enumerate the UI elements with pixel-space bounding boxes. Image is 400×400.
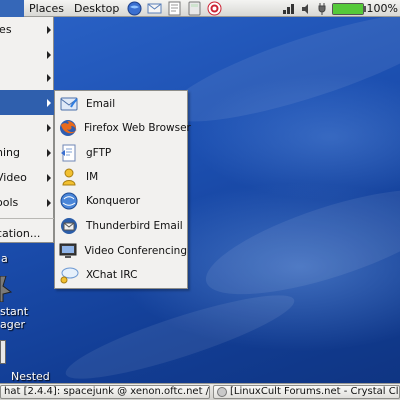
volume-icon[interactable]	[301, 3, 313, 15]
submenu-item-im[interactable]: IM	[55, 165, 187, 189]
assistant-icon[interactable]	[0, 275, 14, 303]
app-menu-item-programming[interactable]: ning	[0, 140, 54, 165]
submenu-arrow-icon	[47, 149, 51, 157]
submenu-arrow-icon	[47, 124, 51, 132]
network-icon[interactable]	[282, 3, 296, 15]
app-menu-item-sound-video[interactable]: Video	[0, 165, 54, 190]
submenu-item-label: XChat IRC	[86, 269, 138, 281]
app-menu-item-accessories[interactable]: ies	[0, 17, 54, 42]
text-editor-icon[interactable]	[165, 1, 183, 16]
top-panel: Places Desktop 100%	[0, 0, 400, 17]
submenu-arrow-icon	[47, 174, 51, 182]
submenu-arrow-icon	[47, 26, 51, 34]
app-menu-item-label: cation...	[0, 227, 41, 240]
gftp-icon	[58, 142, 80, 164]
applications-menu-button[interactable]	[0, 0, 24, 17]
thunderbird-icon	[58, 215, 80, 237]
submenu-item-email[interactable]: Email	[55, 92, 187, 116]
power-plug-icon[interactable]	[317, 2, 327, 15]
submenu-item-label: Email	[86, 98, 116, 110]
submenu-arrow-icon	[47, 99, 51, 107]
email-icon	[58, 93, 80, 115]
battery-fill	[332, 3, 363, 14]
applications-menu: ies ning Video ools cation...	[0, 17, 54, 243]
submenu-item-konqueror[interactable]: Konqueror	[55, 189, 187, 213]
app-menu-item-label: ies	[0, 23, 12, 36]
app-menu-item-3[interactable]	[0, 65, 54, 90]
app-menu-item-label: Video	[0, 171, 27, 184]
taskbar-button-xchat[interactable]: hat [2.4.4]: spacejunk @ xenon.oftc.net …	[0, 385, 210, 399]
taskbar-button-label: [LinuxCult Forums.net - Crystal Cle	[230, 386, 400, 397]
browser-icon[interactable]	[125, 1, 143, 16]
app-menu-item-run-application[interactable]: cation...	[0, 221, 54, 246]
window-icon	[217, 387, 227, 397]
submenu-item-label: Firefox Web Browser	[84, 122, 191, 134]
app-menu-item-internet[interactable]	[0, 90, 54, 115]
submenu-item-label: Video Conferencing	[84, 245, 187, 257]
submenu-item-video-conferencing[interactable]: Video Conferencing	[55, 239, 187, 263]
submenu-item-label: gFTP	[86, 147, 112, 159]
app-menu-item-2[interactable]	[0, 42, 54, 67]
app-menu-item-label: ools	[0, 196, 19, 209]
app-menu-item-label: ning	[0, 146, 20, 159]
calculator-icon[interactable]	[185, 1, 203, 16]
submenu-item-thunderbird[interactable]: Thunderbird Email	[55, 214, 187, 238]
desktop-icon-label[interactable]: stant	[0, 305, 28, 318]
taskbar-button-browser[interactable]: [LinuxCult Forums.net - Crystal Cle	[213, 385, 400, 399]
app-menu-item-system-tools[interactable]: ools	[0, 190, 54, 215]
submenu-item-label: IM	[86, 171, 99, 183]
help-icon[interactable]	[205, 1, 223, 16]
im-icon	[58, 166, 80, 188]
submenu-item-label: Thunderbird Email	[86, 220, 183, 232]
app-menu-item-5[interactable]	[0, 115, 54, 140]
desktop-menu[interactable]: Desktop	[69, 2, 124, 15]
system-tray: 100%	[279, 0, 400, 17]
menu-separator	[0, 218, 54, 219]
places-menu[interactable]: Places	[24, 2, 69, 15]
firefox-icon	[58, 117, 78, 139]
desktop-icon-label[interactable]: a	[1, 252, 8, 265]
battery-indicator[interactable]	[331, 2, 366, 15]
submenu-item-label: Konqueror	[86, 195, 141, 207]
mail-icon[interactable]	[145, 1, 163, 16]
nested-icon[interactable]	[0, 340, 6, 364]
xchat-icon	[58, 264, 80, 286]
konqueror-icon	[58, 190, 80, 212]
submenu-item-gftp[interactable]: gFTP	[55, 141, 187, 165]
submenu-item-xchat[interactable]: XChat IRC	[55, 263, 187, 287]
submenu-arrow-icon	[47, 51, 51, 59]
video-conferencing-icon	[58, 240, 78, 262]
taskbar-button-label: hat [2.4.4]: spacejunk @ xenon.oftc.net …	[4, 386, 210, 397]
battery-percent-label: 100%	[366, 2, 398, 15]
desktop-icon-label[interactable]: ager	[0, 318, 25, 331]
submenu-arrow-icon	[47, 74, 51, 82]
desktop-icon-label[interactable]: Nested	[11, 370, 50, 383]
submenu-item-firefox[interactable]: Firefox Web Browser	[55, 116, 191, 140]
internet-submenu: Email Firefox Web Browser gFTP IM Konque…	[54, 90, 191, 289]
submenu-arrow-icon	[47, 199, 51, 207]
bottom-panel: hat [2.4.4]: spacejunk @ xenon.oftc.net …	[0, 383, 400, 400]
